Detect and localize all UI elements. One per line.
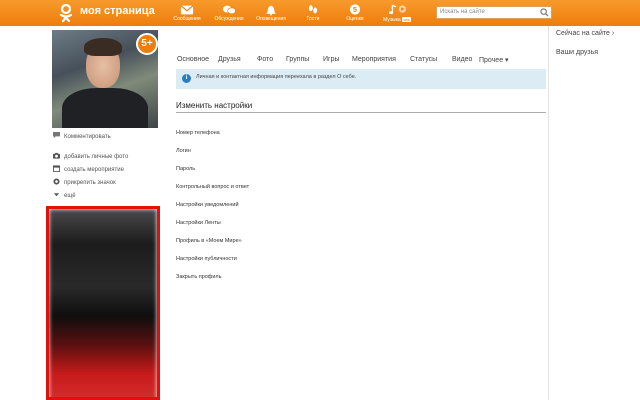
ad-banner[interactable] [46, 206, 160, 400]
setting-password[interactable]: Пароль [176, 166, 195, 172]
online-now-link[interactable]: Сейчас на сайте › [556, 30, 614, 37]
attach-badge-link[interactable]: прикрепить значок [53, 178, 116, 186]
rating-glyph: 5 [353, 7, 357, 14]
footprints-icon [308, 5, 318, 14]
tab-video[interactable]: Видео [452, 56, 472, 63]
new-badge: new [401, 17, 412, 22]
top-bar: моя страница Сообщения Обсуждения Оповещ… [0, 0, 640, 26]
nav-notifications[interactable]: Оповещения [250, 3, 292, 23]
setting-phone[interactable]: Номер телефона [176, 130, 220, 136]
comment-link[interactable]: Комментировать [53, 132, 111, 140]
speech-bubbles-icon [222, 5, 236, 15]
info-message: i Личная и контактная информация перееха… [176, 69, 546, 89]
nav-label: Оповещения [256, 16, 286, 22]
nav-label: Обсуждения [214, 16, 244, 22]
nav-label: Сообщения [173, 16, 201, 22]
setting-privacy[interactable]: Настройки публичности [176, 256, 237, 262]
tab-more[interactable]: Прочее ▾ [479, 56, 509, 64]
envelope-icon [180, 5, 194, 15]
setting-security-question[interactable]: Контрольный вопрос и ответ [176, 184, 249, 190]
calendar-icon [53, 165, 60, 172]
ad-banner-image [49, 209, 157, 397]
search-placeholder: Искать на сайте [440, 9, 485, 15]
bell-icon [266, 5, 276, 16]
comment-icon [53, 132, 60, 139]
your-friends-link[interactable]: Ваши друзья [556, 49, 598, 56]
site-search-input[interactable]: Искать на сайте [436, 6, 552, 19]
settings-title: Изменить настройки [176, 101, 253, 110]
setting-notifications[interactable]: Настройки уведомлений [176, 202, 239, 208]
setting-close-profile[interactable]: Закрыть профиль [176, 274, 221, 280]
rating-icon: 5 [349, 4, 361, 15]
tab-friends[interactable]: Друзья [218, 56, 241, 63]
create-event-link[interactable]: создать мероприятие [53, 165, 124, 173]
rating-badge[interactable]: 5+ [136, 33, 158, 55]
nav-label: Музыка new [382, 17, 412, 23]
my-page-link[interactable]: моя страница [80, 5, 155, 17]
tab-main[interactable]: Основное [177, 56, 209, 63]
music-note-icon [389, 4, 407, 15]
setting-login[interactable]: Логин [176, 148, 191, 154]
nav-messages[interactable]: Сообщения [166, 3, 208, 23]
tab-groups[interactable]: Группы [286, 56, 309, 63]
ok-logo-icon[interactable] [56, 3, 76, 23]
nav-music[interactable]: Музыка new [376, 3, 418, 24]
nav-discussions[interactable]: Обсуждения [208, 3, 250, 23]
tab-photos[interactable]: Фото [257, 56, 273, 63]
nav-guests[interactable]: Гости [292, 3, 334, 23]
divider [176, 112, 546, 113]
nav-ratings[interactable]: 5 Оценки [334, 3, 376, 23]
nav-label: Гости [306, 16, 320, 22]
badge-icon [53, 178, 60, 185]
right-column-divider [548, 26, 549, 400]
tab-games[interactable]: Игры [323, 56, 340, 63]
search-icon[interactable] [540, 8, 549, 17]
tab-events[interactable]: Мероприятия [352, 56, 396, 63]
nav-label: Оценки [346, 16, 364, 22]
info-icon: i [182, 74, 191, 83]
info-message-text: Личная и контактная информация переехала… [196, 74, 357, 80]
setting-feed[interactable]: Настройки Ленты [176, 220, 221, 226]
setting-my-world[interactable]: Профиль в «Моем Мире» [176, 238, 242, 244]
add-photo-link[interactable]: добавить личные фото [53, 152, 128, 160]
chevron-down-icon [53, 193, 60, 197]
camera-icon [53, 152, 60, 159]
tab-statuses[interactable]: Статусы [410, 56, 437, 63]
more-link[interactable]: ещё [53, 191, 76, 199]
